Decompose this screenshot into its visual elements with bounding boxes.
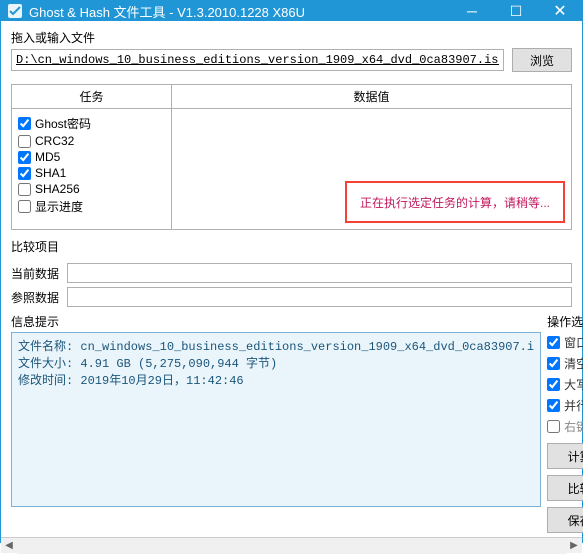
titlebar[interactable]: Ghost & Hash 文件工具 - V1.3.2010.1228 X86U … bbox=[1, 1, 582, 21]
task-crc32[interactable]: CRC32 bbox=[18, 134, 165, 148]
opt-contextmenu[interactable]: 右键菜单 bbox=[547, 418, 583, 435]
scroll-track[interactable] bbox=[17, 538, 566, 554]
minimize-button[interactable]: ─ bbox=[450, 1, 494, 21]
task-md5-checkbox[interactable] bbox=[18, 151, 31, 164]
info-label: 信息提示 bbox=[11, 313, 541, 330]
maximize-button[interactable]: ☐ bbox=[494, 1, 538, 21]
task-ghost-checkbox[interactable] bbox=[18, 117, 31, 130]
task-header: 任务 数据值 bbox=[12, 85, 571, 109]
compare-button[interactable]: 比较 bbox=[547, 475, 583, 501]
opt-topmost[interactable]: 窗口置顶 bbox=[547, 334, 583, 351]
compare-section-label: 比较项目 bbox=[11, 238, 572, 255]
save-button[interactable]: 保存 bbox=[547, 507, 583, 533]
task-sha256-checkbox[interactable] bbox=[18, 183, 31, 196]
scroll-left-icon[interactable]: ◀ bbox=[1, 538, 17, 554]
ops-label: 操作选项 bbox=[547, 313, 583, 330]
file-path-input[interactable] bbox=[11, 49, 504, 71]
close-button[interactable]: ✕ bbox=[538, 1, 582, 21]
task-sha256[interactable]: SHA256 bbox=[18, 182, 165, 196]
opt-uppercase-checkbox[interactable] bbox=[547, 378, 560, 391]
horizontal-scrollbar[interactable]: ◀ ▶ bbox=[1, 537, 582, 553]
window-controls: ─ ☐ ✕ bbox=[450, 1, 582, 21]
opt-topmost-checkbox[interactable] bbox=[547, 336, 560, 349]
opt-clear[interactable]: 清空信息 bbox=[547, 355, 583, 372]
drag-label: 拖入或输入文件 bbox=[11, 29, 572, 46]
opt-clear-checkbox[interactable] bbox=[547, 357, 560, 370]
task-group: 任务 数据值 Ghost密码 CRC32 MD5 SHA1 SHA256 显示进… bbox=[11, 84, 572, 230]
browse-button[interactable]: 浏览 bbox=[512, 48, 572, 72]
task-list: Ghost密码 CRC32 MD5 SHA1 SHA256 显示进度 bbox=[12, 109, 172, 229]
ref-data-input[interactable] bbox=[67, 287, 572, 307]
app-window: Ghost & Hash 文件工具 - V1.3.2010.1228 X86U … bbox=[0, 0, 583, 543]
opt-uppercase[interactable]: 大写显示 bbox=[547, 376, 583, 393]
current-data-label: 当前数据 bbox=[11, 265, 67, 282]
value-area: 正在执行选定任务的计算，请稍等... bbox=[172, 109, 571, 229]
task-sha1-checkbox[interactable] bbox=[18, 167, 31, 180]
task-col-header: 任务 bbox=[12, 85, 172, 108]
calculate-button[interactable]: 计算 bbox=[547, 443, 583, 469]
task-sha1[interactable]: SHA1 bbox=[18, 166, 165, 180]
side-panel: 操作选项 窗口置顶 清空信息 大写显示 并行运算 右键菜单 计算 比较 保存 bbox=[547, 313, 583, 533]
ref-data-label: 参照数据 bbox=[11, 289, 67, 306]
opt-parallel[interactable]: 并行运算 bbox=[547, 397, 583, 414]
task-crc32-checkbox[interactable] bbox=[18, 135, 31, 148]
opt-parallel-checkbox[interactable] bbox=[547, 399, 560, 412]
scroll-right-icon[interactable]: ▶ bbox=[566, 538, 582, 554]
task-ghost[interactable]: Ghost密码 bbox=[18, 115, 165, 132]
current-data-input[interactable] bbox=[67, 263, 572, 283]
status-message: 正在执行选定任务的计算，请稍等... bbox=[345, 181, 565, 223]
task-progress[interactable]: 显示进度 bbox=[18, 198, 165, 215]
app-icon bbox=[7, 3, 23, 19]
content-area: 拖入或输入文件 浏览 任务 数据值 Ghost密码 CRC32 MD5 SHA1… bbox=[1, 21, 582, 537]
window-title: Ghost & Hash 文件工具 - V1.3.2010.1228 X86U bbox=[29, 2, 450, 21]
info-box: 文件名称: cn_windows_10_business_editions_ve… bbox=[11, 332, 541, 507]
task-md5[interactable]: MD5 bbox=[18, 150, 165, 164]
task-progress-checkbox[interactable] bbox=[18, 200, 31, 213]
value-col-header: 数据值 bbox=[172, 85, 571, 108]
opt-contextmenu-checkbox[interactable] bbox=[547, 420, 560, 433]
